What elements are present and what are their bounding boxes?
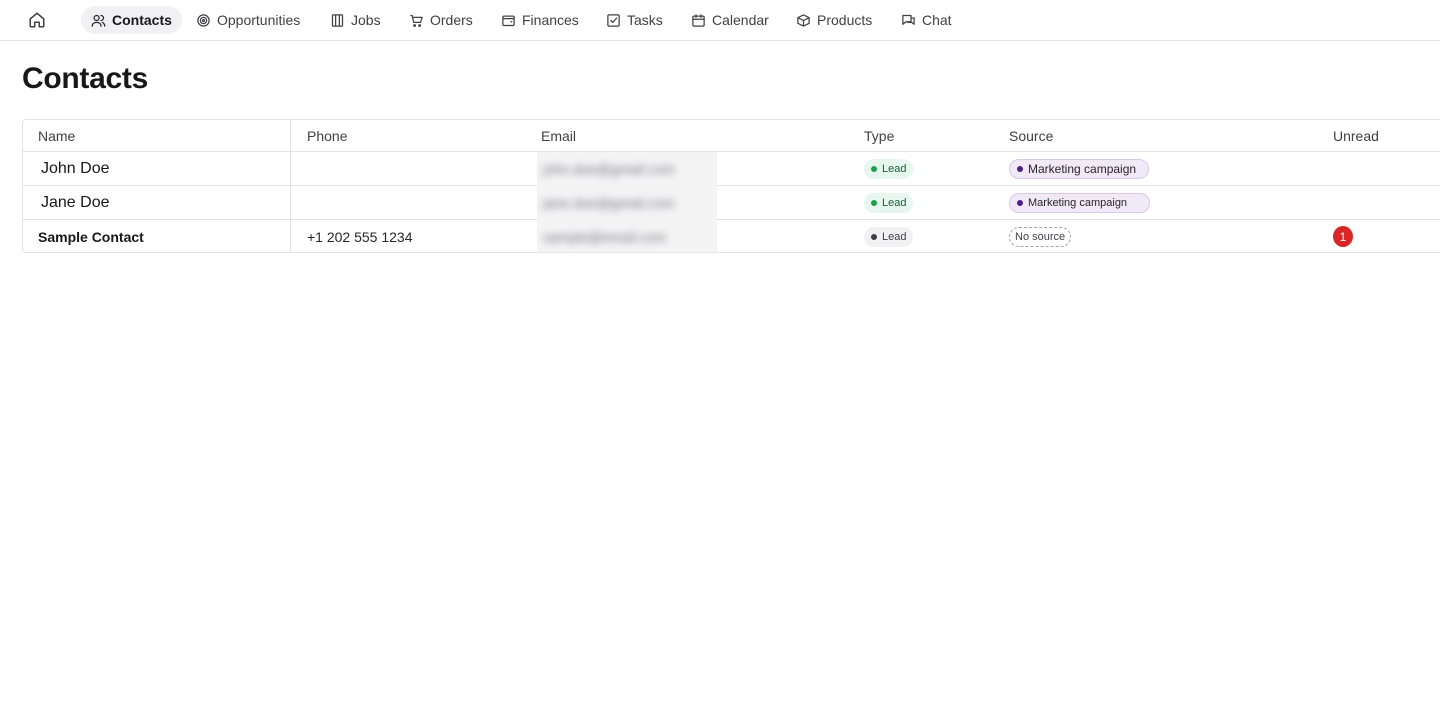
contact-phone <box>291 152 521 185</box>
contact-source-cell: Marketing campaign <box>1009 186 1151 219</box>
calendar-icon <box>692 13 705 27</box>
nav-orders-label: Orders <box>430 12 473 28</box>
status-dot <box>871 165 877 172</box>
top-navigation: Contacts Opportunities Jobs Orders Finan… <box>0 0 1440 41</box>
email-redacted: john.doe@gmail.com <box>537 151 717 186</box>
nav-jobs-label: Jobs <box>351 12 381 28</box>
status-dot <box>871 233 877 240</box>
home-icon <box>29 12 45 28</box>
unread-count-badge[interactable]: 1 <box>1333 226 1353 247</box>
email-redacted: jane.doe@gmail.com <box>537 185 717 220</box>
contact-name-cell: Jane Doe <box>23 186 291 219</box>
nav-contacts[interactable]: Contacts <box>81 6 182 34</box>
type-badge: Lead <box>864 192 914 213</box>
contact-name-cell: Sample Contact <box>23 220 291 252</box>
column-header-name[interactable]: Name <box>23 120 291 151</box>
building-icon <box>331 13 344 27</box>
type-label: Lead <box>882 196 907 209</box>
source-label: No source <box>1015 230 1066 243</box>
table-row[interactable]: Jane Doe jane.doe@gmail.com Lead Marketi… <box>23 185 1440 220</box>
contact-email: sample@email.com <box>543 228 667 245</box>
target-icon <box>197 13 210 27</box>
contact-email-cell: jane.doe@gmail.com <box>537 185 717 220</box>
contact-name[interactable]: Sample Contact <box>38 229 144 245</box>
wallet-icon <box>502 15 515 26</box>
column-header-email[interactable]: Email <box>537 120 576 151</box>
contact-email-cell: john.doe@gmail.com <box>537 151 717 186</box>
source-badge: No source <box>1009 226 1072 247</box>
source-dot <box>1017 199 1023 206</box>
column-header-source[interactable]: Source <box>1009 120 1053 151</box>
users-icon <box>91 14 106 27</box>
type-badge: Lead <box>864 158 914 179</box>
nav-calendar[interactable]: Calendar <box>681 6 779 34</box>
source-dot <box>1017 165 1023 172</box>
nav-opportunities[interactable]: Opportunities <box>186 6 310 34</box>
contact-unread-cell: 1 <box>1333 220 1353 252</box>
nav-products-label: Products <box>817 12 873 28</box>
type-label: Lead <box>882 162 907 175</box>
source-badge: Marketing campaign <box>1009 192 1151 213</box>
source-badge: Marketing campaign <box>1009 158 1150 179</box>
email-redacted: sample@email.com <box>537 219 717 252</box>
contact-type-cell: Lead <box>864 186 914 219</box>
contact-email-cell: sample@email.com <box>537 219 717 252</box>
nav-opportunities-label: Opportunities <box>217 12 301 28</box>
source-label: Marketing campaign <box>1028 196 1128 209</box>
contact-name[interactable]: Jane Doe <box>38 194 110 212</box>
package-icon <box>797 13 810 27</box>
contact-source-cell: No source <box>1009 220 1072 252</box>
contact-name[interactable]: John Doe <box>38 160 110 178</box>
nav-tasks[interactable]: Tasks <box>596 6 673 34</box>
column-header-unread[interactable]: Unread <box>1333 120 1379 151</box>
chat-icon <box>902 14 915 25</box>
page-title: Contacts <box>22 62 148 95</box>
checkbox-icon <box>607 13 620 27</box>
table-header: Name Phone Email Type Source Unread <box>23 120 1440 152</box>
home-button[interactable] <box>25 8 49 32</box>
contact-type-cell: Lead <box>864 152 914 185</box>
table-row[interactable]: John Doe john.doe@gmail.com Lead Marketi… <box>23 151 1440 186</box>
type-badge: Lead <box>864 226 914 247</box>
column-header-type[interactable]: Type <box>864 120 894 151</box>
nav-tasks-label: Tasks <box>627 12 663 28</box>
table-row[interactable]: Sample Contact +1 202 555 1234 sample@em… <box>23 219 1440 252</box>
contact-email: john.doe@gmail.com <box>543 160 675 177</box>
contact-type-cell: Lead <box>864 220 914 252</box>
nav-contacts-label: Contacts <box>112 12 172 28</box>
contacts-table: Name Phone Email Type Source Unread John… <box>22 119 1440 253</box>
contact-name-cell: John Doe <box>23 152 291 185</box>
contact-email: jane.doe@gmail.com <box>543 194 675 211</box>
nav-products[interactable]: Products <box>786 6 882 34</box>
source-label: Marketing campaign <box>1028 161 1137 176</box>
contact-phone <box>291 186 521 219</box>
nav-jobs[interactable]: Jobs <box>320 6 391 34</box>
nav-chat-label: Chat <box>922 12 952 28</box>
nav-finances-label: Finances <box>522 12 579 28</box>
contact-phone: +1 202 555 1234 <box>307 228 413 245</box>
cart-icon <box>410 14 423 27</box>
nav-chat[interactable]: Chat <box>891 6 962 34</box>
status-dot <box>871 199 877 206</box>
contact-source-cell: Marketing campaign <box>1009 152 1150 185</box>
nav-finances[interactable]: Finances <box>491 6 589 34</box>
nav-orders[interactable]: Orders <box>399 6 483 34</box>
nav-calendar-label: Calendar <box>712 12 769 28</box>
type-label: Lead <box>882 230 907 243</box>
column-header-phone[interactable]: Phone <box>291 120 521 151</box>
